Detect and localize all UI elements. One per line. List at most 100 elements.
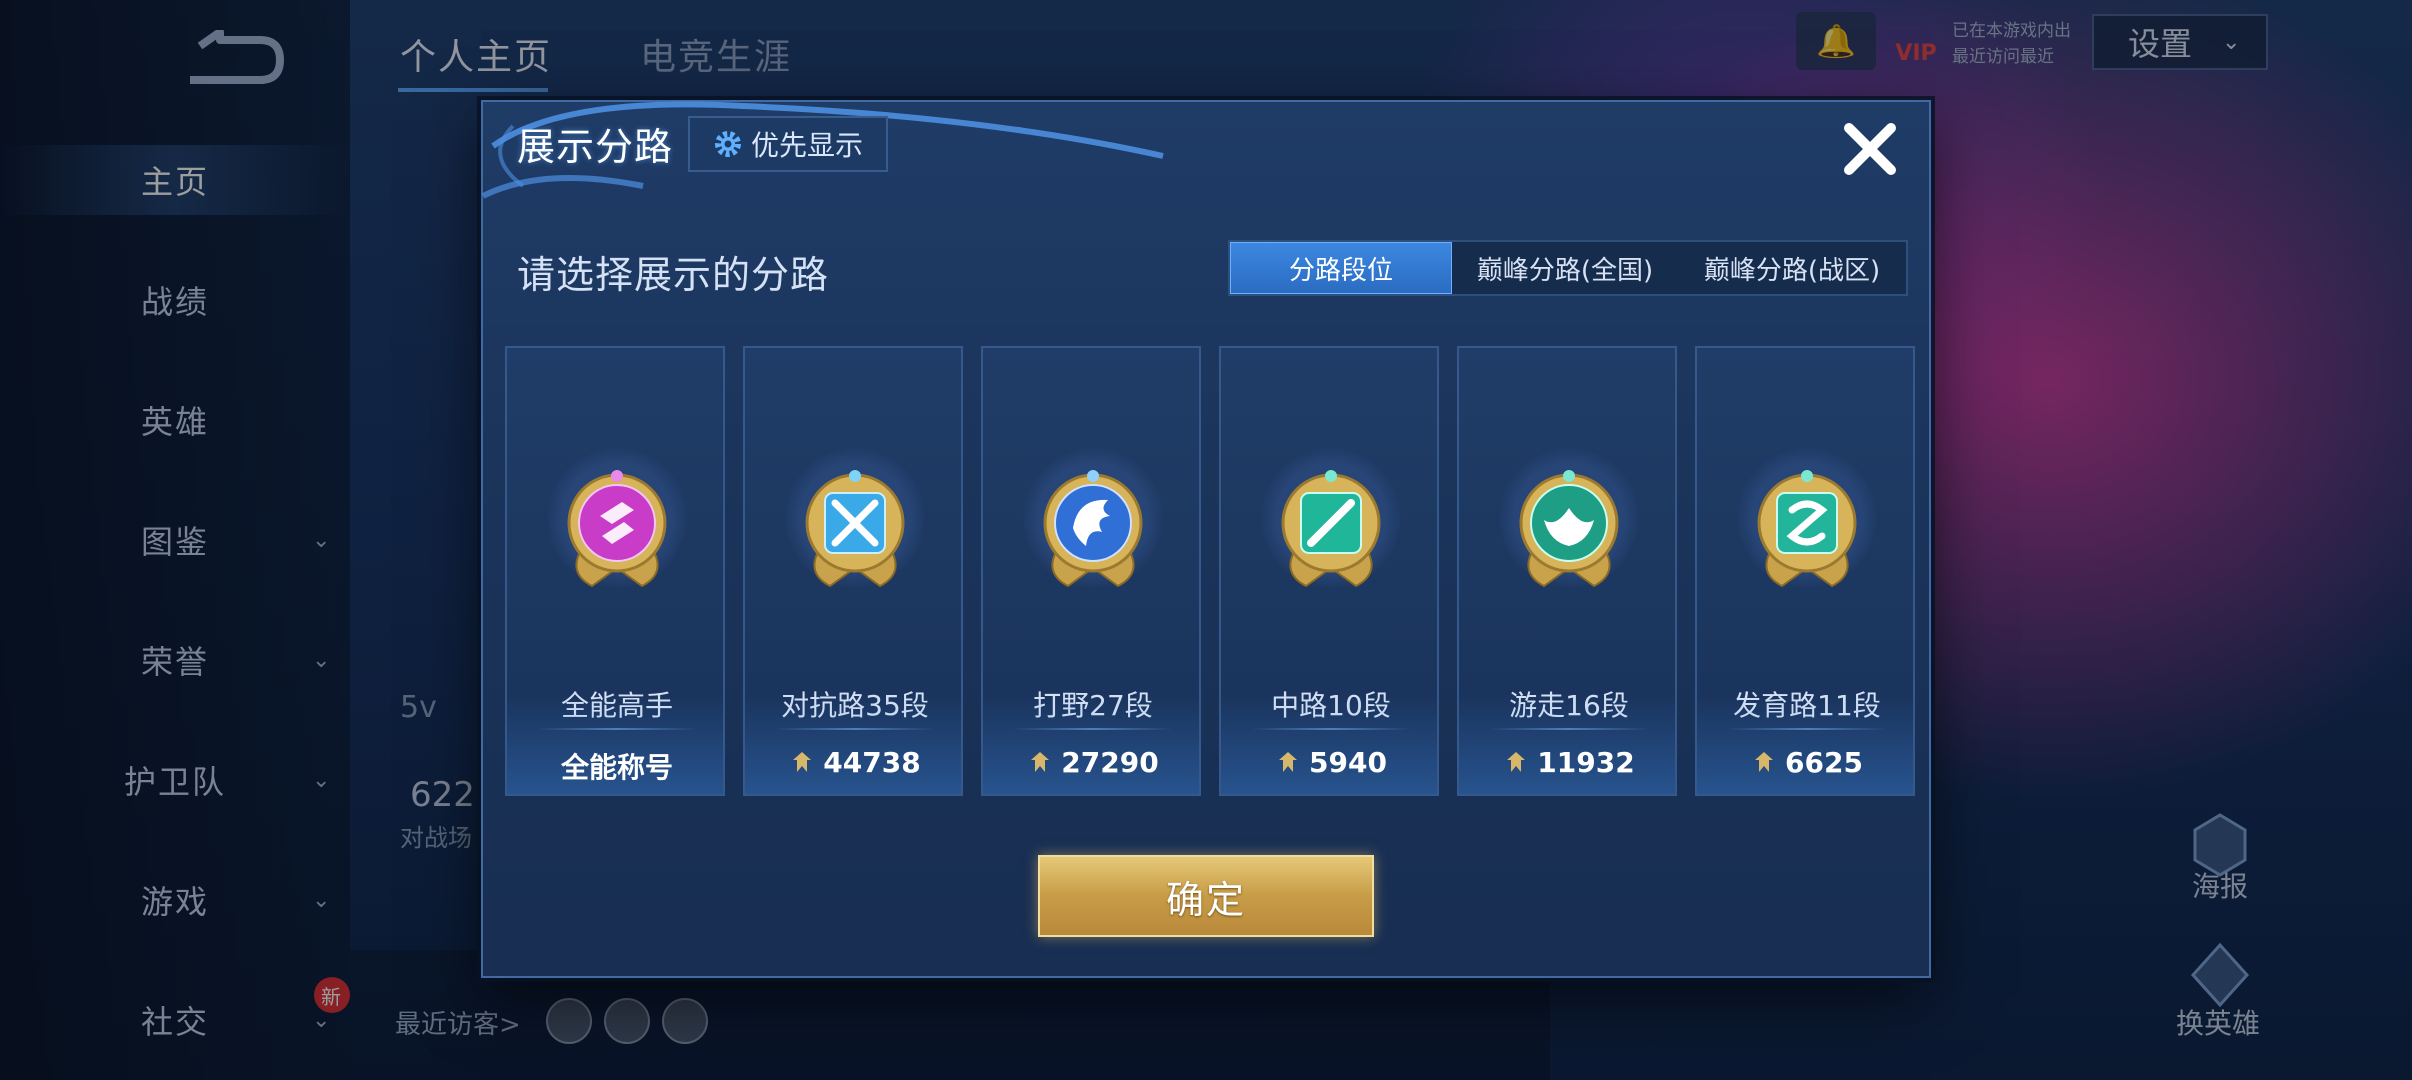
chevron-down-icon: ⌄ <box>312 887 333 913</box>
lane-card-value-text: 11932 <box>1537 746 1635 779</box>
lane-card-roam[interactable]: 游走16段 11932 <box>1457 346 1677 796</box>
points-icon <box>1031 751 1050 772</box>
lane-card-value: 44738 <box>745 746 965 779</box>
visitor-avatar[interactable] <box>604 998 650 1044</box>
switch-hero-icon[interactable] <box>2185 940 2255 1010</box>
lane-card-farm[interactable]: 发育路11段 6625 <box>1695 346 1915 796</box>
lane-card-allround[interactable]: 全能高手 全能称号 <box>505 346 725 796</box>
sidebar-item-label: 护卫队 <box>123 763 226 801</box>
sidebar-item-label: 战绩 <box>140 283 209 321</box>
points-icon <box>1755 751 1774 772</box>
allround-emblem-icon <box>567 470 667 588</box>
visitor-avatar[interactable] <box>546 998 592 1044</box>
divider <box>1251 728 1411 730</box>
mode-label: 5v <box>400 690 437 725</box>
lane-card-label: 打野27段 <box>1033 689 1153 722</box>
lane-card-value-text: 5940 <box>1309 746 1387 779</box>
divider <box>775 728 935 730</box>
sidebar-item-label: 英雄 <box>140 403 209 441</box>
lane-card-jungle[interactable]: 打野27段 27290 <box>981 346 1201 796</box>
tab-peak-lane-region[interactable]: 巅峰分路(战区) <box>1678 242 1906 294</box>
match-count: 622 <box>410 775 475 815</box>
poster-label: 海报 <box>2192 870 2249 903</box>
notification-button[interactable]: 🔔 <box>1796 12 1876 70</box>
lane-card-value: 11932 <box>1459 746 1679 779</box>
lane-card-value: 全能称号 <box>507 746 727 786</box>
sidebar-item-home[interactable]: 主页 <box>0 145 350 215</box>
status-line: 已在本游戏内出 <box>1952 21 2071 41</box>
active-tab-underline <box>398 88 548 92</box>
sidebar-item-honors[interactable]: 荣誉 ⌄ <box>0 625 350 695</box>
lane-type-tabs: 分路段位 巅峰分路(全国) 巅峰分路(战区) <box>1228 240 1908 296</box>
dialog-header: 展示分路 优先显示 <box>481 101 1933 199</box>
settings-label: 设置 <box>2128 25 2193 63</box>
chevron-down-icon: ⌄ <box>312 527 333 553</box>
settings-button[interactable]: 设置 ⌄ <box>2092 14 2268 70</box>
sidebar-item-label: 图鉴 <box>140 523 209 561</box>
sidebar-item-gallery[interactable]: 图鉴 ⌄ <box>0 505 350 575</box>
match-count-caption: 对战场 <box>400 824 472 852</box>
lane-select-prompt: 请选择展示的分路 <box>517 253 830 297</box>
confirm-label: 确定 <box>1165 877 1246 922</box>
divider <box>1013 728 1173 730</box>
sidebar-item-guard-team[interactable]: 护卫队 ⌄ <box>0 745 350 815</box>
tab-lane-rank[interactable]: 分路段位 <box>1230 242 1452 294</box>
chevron-down-icon: ⌄ <box>312 647 333 673</box>
mid-lane-emblem-icon <box>1281 470 1381 588</box>
tab-peak-lane-national[interactable]: 巅峰分路(全国) <box>1452 242 1678 294</box>
tab-profile[interactable]: 个人主页 <box>400 28 552 80</box>
sidebar-item-label: 主页 <box>140 163 209 201</box>
lane-card-value-text: 44738 <box>823 746 921 779</box>
lane-card-label: 发育路11段 <box>1733 689 1881 722</box>
priority-display-label: 优先显示 <box>750 129 863 162</box>
points-icon <box>793 751 812 772</box>
priority-display-button[interactable]: 优先显示 <box>688 116 888 172</box>
jungle-emblem-icon <box>1043 470 1143 588</box>
sidebar-item-records[interactable]: 战绩 <box>0 265 350 335</box>
sidebar-item-games[interactable]: 游戏 ⌄ <box>0 865 350 935</box>
lane-card-label: 全能高手 <box>560 689 673 722</box>
recent-visitors-label[interactable]: 最近访客> <box>395 1004 521 1041</box>
farm-lane-emblem-icon <box>1757 470 1857 588</box>
sidebar-item-label: 游戏 <box>140 883 209 921</box>
chevron-down-icon: ⌄ <box>2222 29 2241 55</box>
switch-hero-label: 换英雄 <box>2176 1007 2261 1040</box>
clash-lane-emblem-icon <box>805 470 905 588</box>
lane-card-value-text: 6625 <box>1785 746 1863 779</box>
sidebar-item-social[interactable]: 社交 ⌄ 新 <box>0 977 350 1055</box>
close-button[interactable] <box>1835 114 1905 184</box>
lane-card-label: 游走16段 <box>1509 689 1629 722</box>
close-icon <box>1844 123 1896 175</box>
gear-icon <box>714 131 741 157</box>
vip-badge: VIP <box>1895 41 1937 66</box>
lane-card-label: 中路10段 <box>1271 689 1391 722</box>
sidebar: 主页 战绩 英雄 图鉴 ⌄ 荣誉 ⌄ 护卫队 ⌄ 游戏 ⌄ 社交 ⌄ 新 <box>0 0 350 1080</box>
back-button[interactable] <box>180 28 290 90</box>
roam-emblem-icon <box>1519 470 1619 588</box>
screen: 主页 战绩 英雄 图鉴 ⌄ 荣誉 ⌄ 护卫队 ⌄ 游戏 ⌄ 社交 ⌄ 新 个人主… <box>0 0 2412 1080</box>
sidebar-item-heroes[interactable]: 英雄 <box>0 385 350 455</box>
lane-card-label: 对抗路35段 <box>781 689 929 722</box>
lane-card-value: 5940 <box>1221 746 1441 779</box>
lane-card-clash[interactable]: 对抗路35段 44738 <box>743 346 963 796</box>
lane-card-value-text: 27290 <box>1061 746 1159 779</box>
points-icon <box>1279 751 1298 772</box>
visitor-avatar[interactable] <box>662 998 708 1044</box>
confirm-button[interactable]: 确定 <box>1038 855 1374 937</box>
sidebar-item-label: 社交 <box>140 1003 209 1041</box>
new-badge: 新 <box>314 977 350 1013</box>
divider <box>1489 728 1649 730</box>
dialog-title: 展示分路 <box>517 125 674 169</box>
tab-esports[interactable]: 电竞生涯 <box>640 28 792 80</box>
sidebar-item-label: 荣誉 <box>140 643 209 681</box>
lane-card-value: 6625 <box>1697 746 1917 779</box>
lane-card-value: 27290 <box>983 746 1203 779</box>
points-icon <box>1507 751 1526 772</box>
bell-icon: 🔔 <box>1816 22 1856 60</box>
lane-display-dialog: 展示分路 优先显示 请选择展示的分路 分路段位 巅峰分路(全国) 巅峰分路(战区… <box>481 100 1931 978</box>
lane-card-value-text: 全能称号 <box>560 751 673 784</box>
back-arrow-icon <box>190 28 284 84</box>
lane-card-mid[interactable]: 中路10段 5940 <box>1219 346 1439 796</box>
chevron-down-icon: ⌄ <box>312 767 333 793</box>
lane-card-list: 全能高手 全能称号 对抗路35段 44738 打野27段 27290 中路10段… <box>505 346 1915 796</box>
